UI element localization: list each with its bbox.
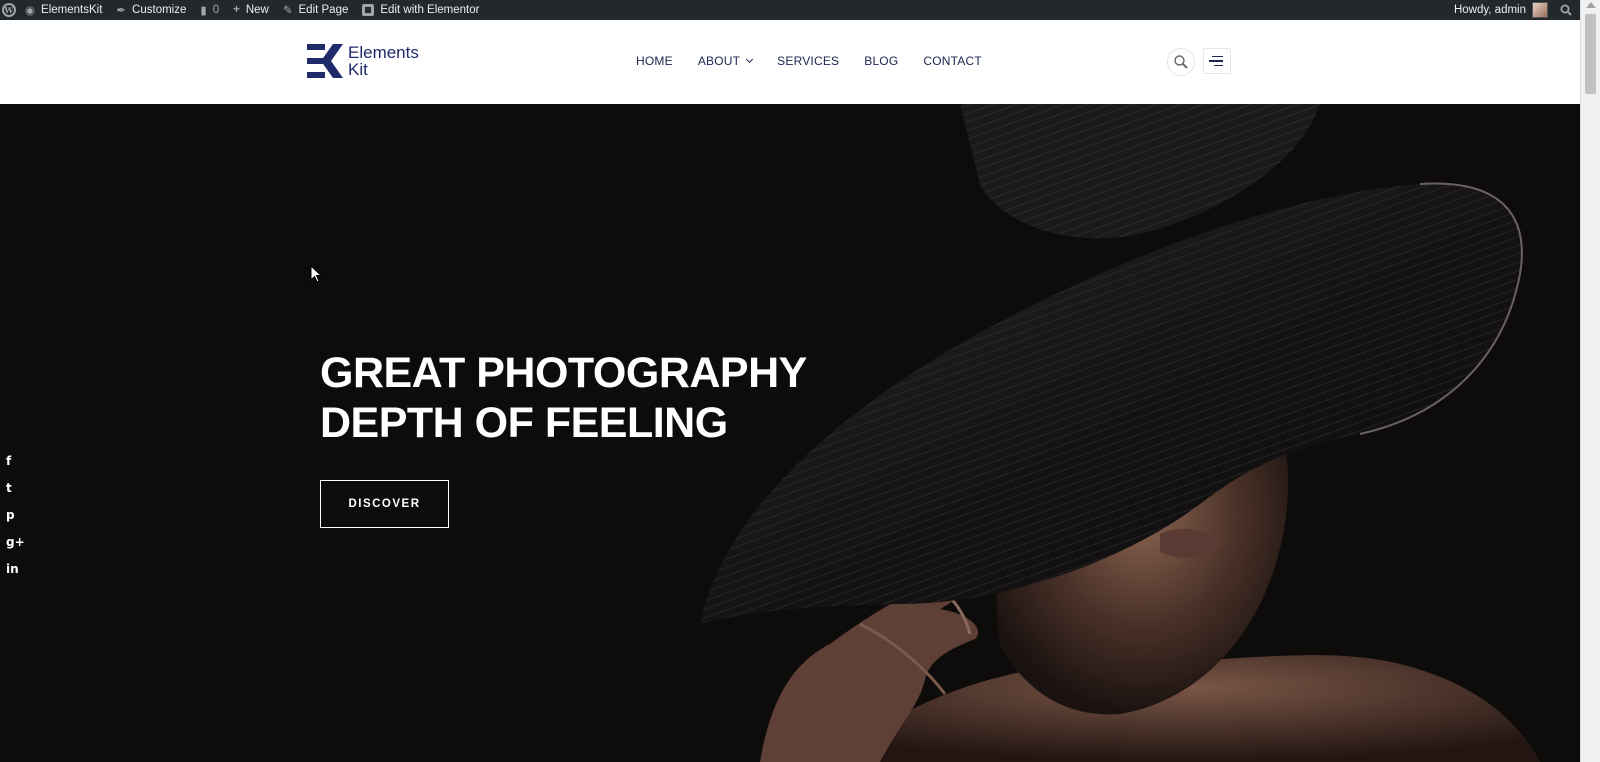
logo-text-line1: Elements <box>348 43 419 62</box>
elementor-icon <box>362 4 375 16</box>
comment-icon: ▮ <box>200 5 207 17</box>
scrollbar-thumb[interactable] <box>1585 14 1596 94</box>
chevron-down-icon <box>746 55 754 64</box>
my-account-link[interactable]: Howdy, admin <box>1447 0 1552 20</box>
offcanvas-menu-button[interactable] <box>1203 48 1231 74</box>
pinterest-icon[interactable]: p <box>6 501 22 528</box>
nav-blog[interactable]: BLOG <box>864 54 898 68</box>
main-nav: HOME ABOUT SERVICES BLOG CONTACT <box>636 54 1007 68</box>
search-icon <box>1174 55 1188 69</box>
edit-page-link[interactable]: ✎ Edit Page <box>276 0 356 20</box>
dashboard-icon: ◉ <box>25 5 36 17</box>
logo-text-line2: Kit <box>348 60 368 79</box>
wordpress-logo-icon[interactable]: W <box>0 0 18 20</box>
social-links: f t p g+ in <box>6 447 25 582</box>
edit-with-elementor-link[interactable]: Edit with Elementor <box>355 0 486 20</box>
nav-home[interactable]: HOME <box>636 54 673 68</box>
page-scrollbar[interactable] <box>1580 0 1600 762</box>
facebook-icon[interactable]: f <box>6 447 22 474</box>
site-header: Elements Kit HOME ABOUT SERVICES BLOG CO… <box>0 20 1580 104</box>
avatar <box>1532 2 1548 18</box>
nav-about[interactable]: ABOUT <box>698 54 754 68</box>
nav-contact[interactable]: CONTACT <box>923 54 982 68</box>
mouse-cursor-icon <box>310 265 322 283</box>
hero-headline: GREAT PHOTOGRAPHY DEPTH OF FEELING <box>320 348 807 448</box>
new-content-link[interactable]: + New <box>226 0 276 20</box>
site-logo[interactable]: Elements Kit <box>307 44 419 78</box>
nav-services[interactable]: SERVICES <box>777 54 839 68</box>
scroll-up-arrow-icon[interactable] <box>1586 2 1596 8</box>
search-button[interactable] <box>1167 48 1195 76</box>
wp-admin-bar: W ◉ ElementsKit ✒ Customize ▮ 0 + New ✎ … <box>0 0 1580 20</box>
twitter-icon[interactable]: t <box>6 474 22 501</box>
elementskit-logo-icon <box>307 44 343 78</box>
comments-link[interactable]: ▮ 0 <box>193 0 226 20</box>
linkedin-icon[interactable]: in <box>6 555 22 582</box>
pencil-icon: ✎ <box>282 5 293 17</box>
customize-link[interactable]: ✒ Customize <box>109 0 193 20</box>
logo-text: Elements Kit <box>348 44 419 78</box>
admin-search-icon[interactable] <box>1552 0 1580 20</box>
brush-icon: ✒ <box>116 5 127 17</box>
hero-headline-line2: DEPTH OF FEELING <box>320 399 728 447</box>
google-plus-icon[interactable]: g+ <box>6 528 25 555</box>
hero-headline-line1: GREAT PHOTOGRAPHY <box>320 349 807 397</box>
plus-icon: + <box>233 4 240 16</box>
discover-button[interactable]: DISCOVER <box>320 480 449 528</box>
site-name-link[interactable]: ◉ ElementsKit <box>18 0 109 20</box>
hero-section: GREAT PHOTOGRAPHY DEPTH OF FEELING DISCO… <box>0 104 1580 762</box>
